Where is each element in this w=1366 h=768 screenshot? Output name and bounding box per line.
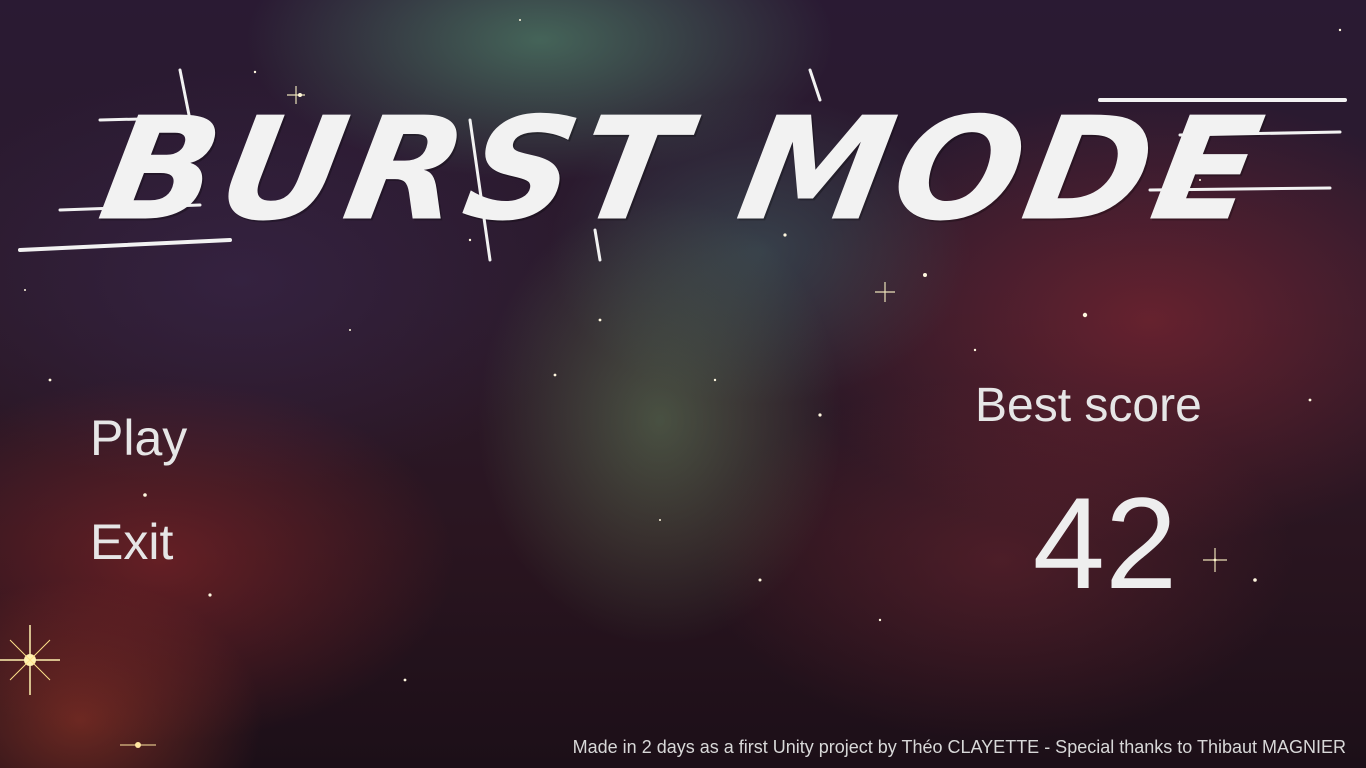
best-score-value: 42 bbox=[1032, 470, 1178, 616]
exit-button[interactable]: Exit bbox=[90, 512, 173, 572]
main-menu-screen: BURST MODE Play Exit Best score 42 Made … bbox=[0, 0, 1366, 768]
best-score-label: Best score bbox=[975, 379, 1202, 432]
credits-text: Made in 2 days as a first Unity project … bbox=[572, 737, 1346, 757]
game-title-logo: BURST MODE bbox=[89, 87, 1277, 253]
play-button[interactable]: Play bbox=[90, 408, 187, 468]
